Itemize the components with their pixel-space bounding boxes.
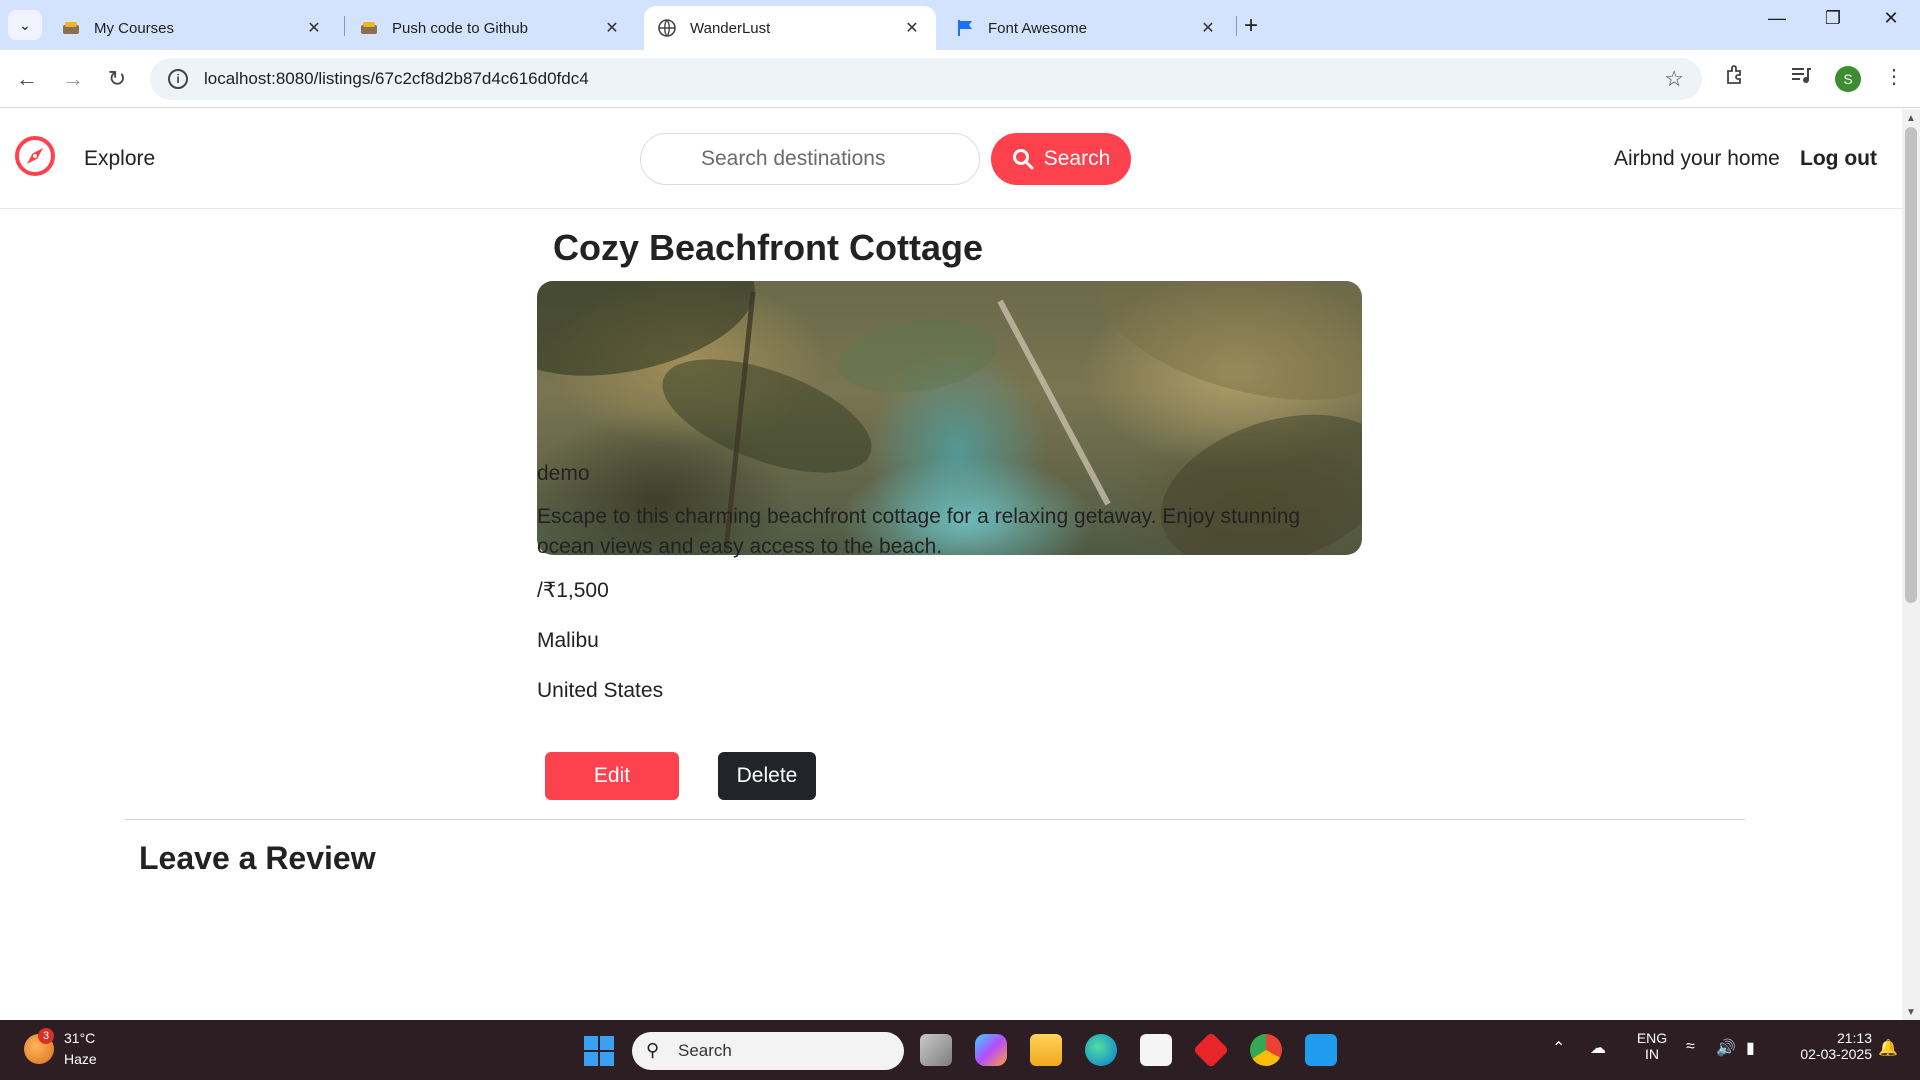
browser-toolbar: ← → ↻ i localhost:8080/listings/67c2cf8d… — [0, 50, 1920, 108]
file-explorer-icon[interactable] — [1030, 1034, 1062, 1066]
minimize-icon[interactable]: — — [1762, 8, 1792, 29]
edit-button[interactable]: Edit — [545, 752, 679, 800]
close-tab-icon[interactable]: ✕ — [1198, 18, 1218, 38]
forward-icon[interactable]: → — [58, 64, 88, 94]
close-tab-icon[interactable]: ✕ — [602, 18, 622, 38]
tab-font-awesome[interactable]: Font Awesome ✕ — [942, 6, 1232, 50]
compass-logo-icon[interactable] — [14, 135, 56, 177]
tab-push-code[interactable]: Push code to Github ✕ — [346, 6, 636, 50]
edge-icon[interactable] — [1085, 1034, 1117, 1066]
close-tab-icon[interactable]: ✕ — [304, 18, 324, 38]
weather-badge: 3 — [38, 1028, 54, 1044]
delete-button[interactable]: Delete — [718, 752, 816, 800]
address-bar[interactable]: i localhost:8080/listings/67c2cf8d2b87d4… — [150, 58, 1702, 100]
taskbar-search-box[interactable]: ⚲ Search — [632, 1032, 904, 1070]
extensions-icon[interactable] — [1724, 64, 1746, 92]
url-text: localhost:8080/listings/67c2cf8d2b87d4c6… — [204, 69, 589, 88]
reload-icon[interactable]: ↻ — [102, 64, 132, 94]
onedrive-icon[interactable]: ☁ — [1590, 1038, 1606, 1058]
scroll-down-icon[interactable]: ▼ — [1906, 1007, 1916, 1018]
scrollbar-thumb[interactable] — [1905, 127, 1917, 603]
flag-icon — [956, 19, 974, 37]
back-icon[interactable]: ← — [12, 64, 42, 94]
leave-review-heading: Leave a Review — [139, 840, 376, 876]
weather-temperature[interactable]: 31°C — [64, 1030, 95, 1046]
close-tab-icon[interactable]: ✕ — [902, 18, 922, 38]
windows-start-icon[interactable] — [584, 1036, 614, 1066]
explore-link[interactable]: Explore — [84, 147, 155, 171]
listing-owner: demo — [537, 462, 590, 485]
tab-title: Push code to Github — [392, 19, 528, 37]
clock-time: 21:13 — [1836, 1030, 1872, 1046]
media-controls-icon[interactable] — [1790, 64, 1812, 92]
microsoft-store-icon[interactable] — [1140, 1034, 1172, 1066]
chevron-down-icon: ⌄ — [19, 16, 31, 33]
wifi-icon[interactable]: ≈ — [1686, 1038, 1695, 1056]
globe-icon — [658, 19, 676, 37]
airbnb-your-home-link[interactable]: Airbnd your home — [1614, 147, 1780, 171]
task-view-icon[interactable] — [920, 1034, 952, 1066]
battery-icon[interactable]: ▮ — [1746, 1038, 1755, 1058]
scroll-up-icon[interactable]: ▲ — [1906, 113, 1916, 124]
language-indicator[interactable]: ENG IN — [1634, 1030, 1670, 1062]
weather-condition[interactable]: Haze — [64, 1051, 97, 1067]
site-info-icon[interactable]: i — [168, 69, 188, 89]
app-red-diamond-icon[interactable] — [1192, 1031, 1230, 1069]
listing-price: /₹1,500 — [537, 579, 609, 602]
chrome-icon[interactable] — [1250, 1034, 1282, 1066]
page-scrollbar[interactable]: ▲ ▼ — [1902, 109, 1920, 1020]
search-button[interactable]: Search — [991, 133, 1131, 185]
show-hidden-icons-icon[interactable]: ⌃ — [1552, 1038, 1565, 1058]
windows-taskbar: 3 31°C Haze ⚲ Search ⌃ ☁ ENG IN ≈ 🔊 ▮ 21… — [0, 1020, 1920, 1080]
new-tab-icon[interactable]: + — [1244, 12, 1258, 40]
listing-title: Cozy Beachfront Cottage — [553, 227, 984, 268]
taskbar-search-label: Search — [678, 1041, 732, 1060]
language-code: ENG — [1636, 1030, 1668, 1046]
course-icon — [62, 19, 80, 37]
notifications-icon[interactable]: 🔔 — [1878, 1038, 1898, 1058]
tab-search-button[interactable]: ⌄ — [8, 10, 42, 40]
tab-title: Font Awesome — [988, 19, 1087, 37]
tab-wanderlust[interactable]: WanderLust ✕ — [644, 6, 936, 50]
listing-location: Malibu — [537, 629, 599, 652]
search-destinations-input[interactable]: Search destinations — [640, 133, 980, 185]
restore-icon[interactable]: ❐ — [1818, 8, 1848, 29]
tab-title: WanderLust — [690, 19, 771, 37]
search-icon — [1012, 149, 1034, 170]
close-window-icon[interactable]: ✕ — [1876, 8, 1906, 29]
copilot-icon[interactable] — [975, 1034, 1007, 1066]
page-viewport: Explore Search destinations Search Airbn… — [0, 109, 1902, 1020]
clock-date: 02-03-2025 — [1800, 1046, 1872, 1062]
more-menu-icon[interactable]: ⋮ — [1884, 64, 1904, 89]
site-navbar: Explore Search destinations Search Airbn… — [0, 109, 1902, 209]
vscode-icon[interactable] — [1305, 1034, 1337, 1066]
volume-icon[interactable]: 🔊 — [1716, 1038, 1736, 1058]
tab-my-courses[interactable]: My Courses ✕ — [48, 6, 338, 50]
tab-separator — [1236, 16, 1237, 36]
search-button-label: Search — [1043, 147, 1111, 170]
tab-title: My Courses — [94, 19, 175, 37]
clock[interactable]: 21:13 02-03-2025 — [1782, 1030, 1872, 1062]
search-icon: ⚲ — [646, 1040, 660, 1060]
listing-country: United States — [537, 679, 664, 702]
listing-description: Escape to this charming beachfront cotta… — [537, 505, 1301, 558]
bookmark-star-icon[interactable]: ☆ — [1664, 66, 1684, 92]
profile-avatar[interactable]: S — [1835, 66, 1861, 92]
browser-tab-strip: ⌄ My Courses ✕ Push code to Github ✕ Wan… — [0, 0, 1920, 50]
tab-separator — [344, 16, 345, 36]
course-icon — [360, 19, 378, 37]
logout-link[interactable]: Log out — [1800, 147, 1877, 171]
region-code: IN — [1645, 1046, 1659, 1062]
section-divider — [125, 819, 1745, 820]
